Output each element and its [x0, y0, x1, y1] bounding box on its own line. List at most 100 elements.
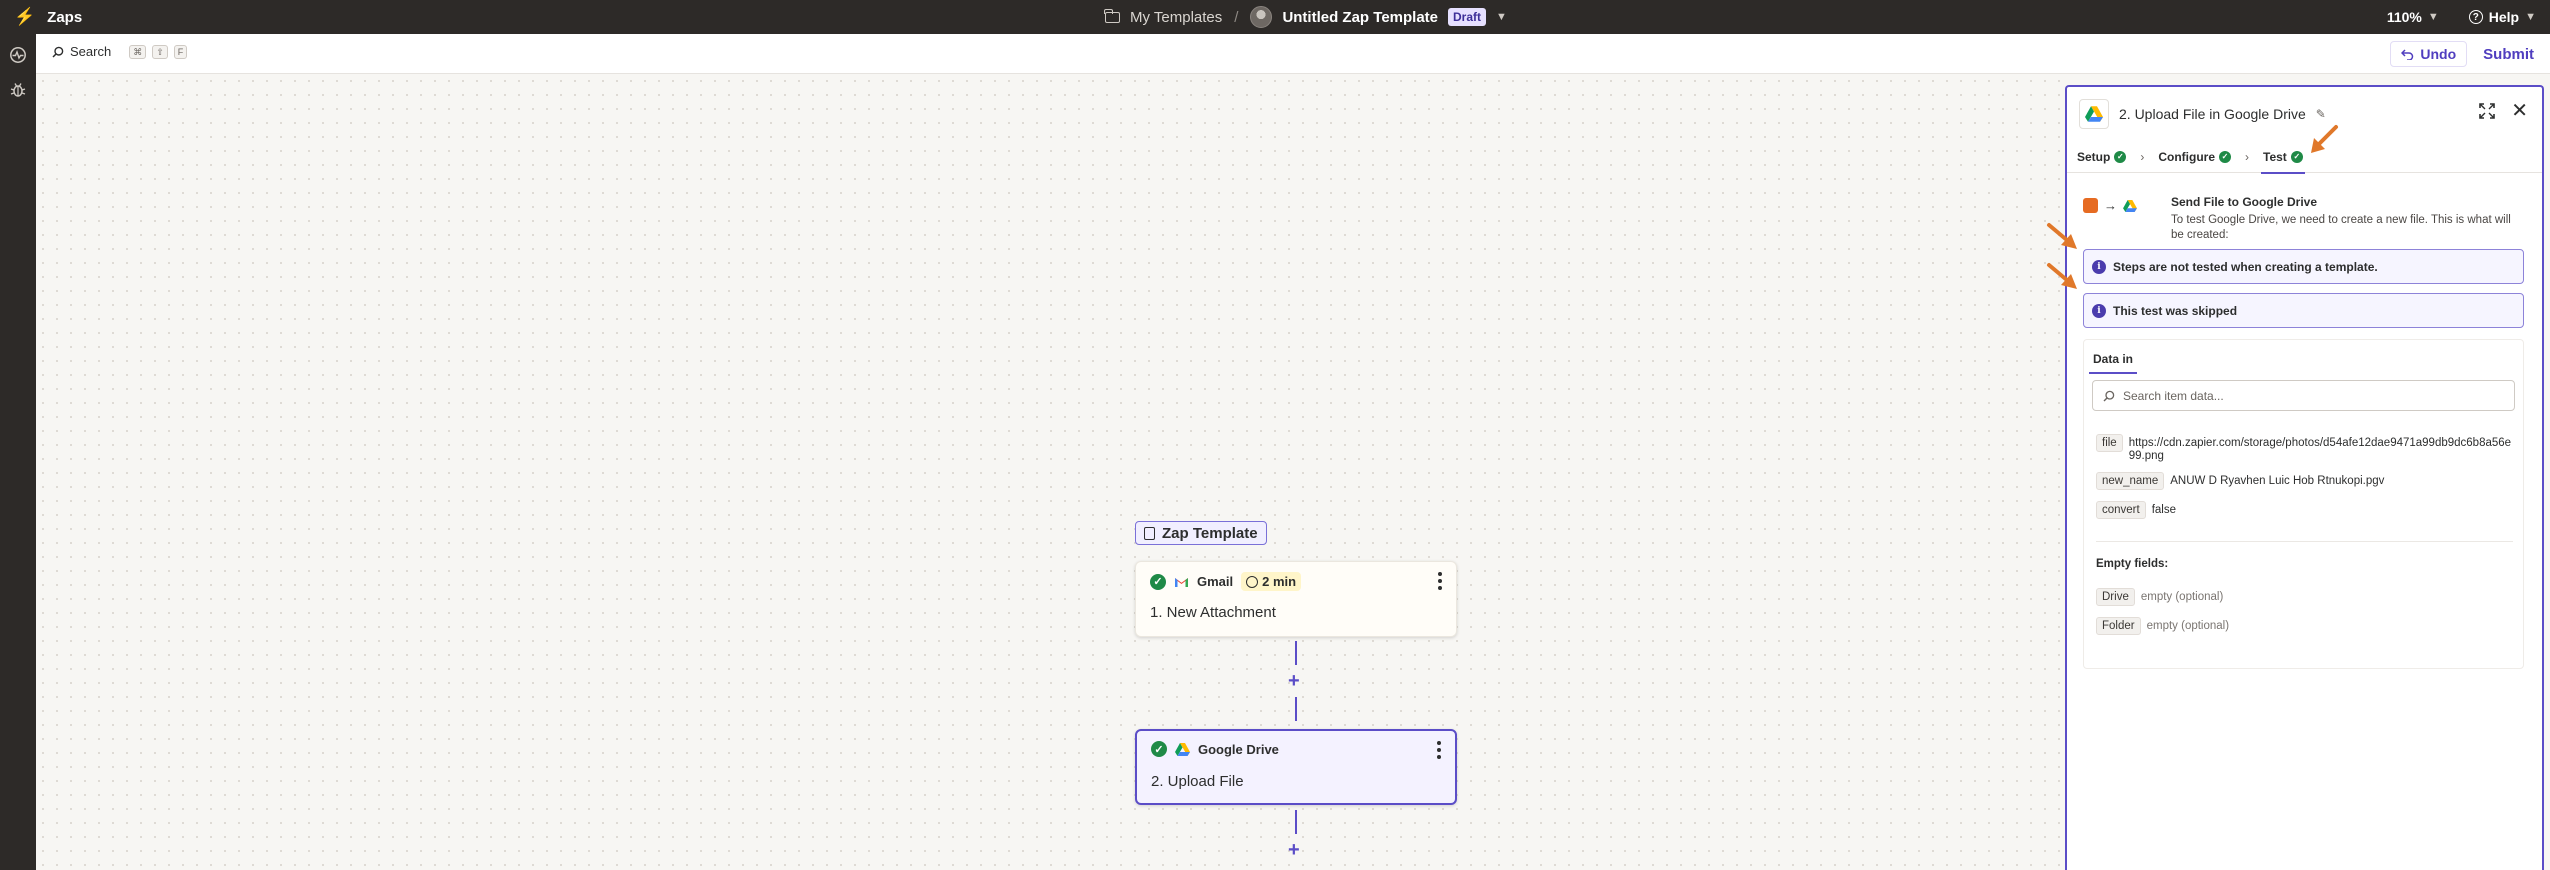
tab-configure[interactable]: Configure ✓ [2158, 141, 2232, 173]
tab-label: Configure [2158, 149, 2216, 164]
status-badge: Draft [1448, 8, 1487, 26]
connector-line [1295, 810, 1297, 834]
empty-fields-heading: Empty fields: [2096, 558, 2169, 570]
polling-interval: 2 min [1262, 574, 1297, 589]
breadcrumb-folder[interactable]: My Templates [1130, 9, 1222, 26]
field-key: Folder [2096, 617, 2141, 635]
chevron-right-icon: › [2245, 149, 2250, 164]
tab-test[interactable]: Test ✓ [2261, 141, 2305, 174]
step-title: 1. New Attachment [1150, 604, 1276, 621]
breadcrumb-separator: / [1234, 8, 1239, 26]
close-icon[interactable]: ✕ [2511, 101, 2528, 121]
info-banner-not-tested: i Steps are not tested when creating a t… [2083, 249, 2524, 284]
pencil-icon[interactable]: ✎ [2316, 107, 2326, 121]
annotation-arrow-icon [2047, 263, 2077, 289]
zapier-bolt-icon: ⚡ [14, 7, 36, 26]
zap-template-text: Zap Template [1162, 524, 1258, 542]
submit-button[interactable]: Submit [2477, 41, 2540, 67]
help-icon: ? [2468, 10, 2483, 24]
help-menu[interactable]: ? Help ▼ [2468, 9, 2536, 25]
avatar[interactable] [1250, 6, 1273, 28]
shortcut-key: ⌘ [129, 44, 147, 59]
chevron-down-icon[interactable]: ▼ [1496, 11, 1507, 23]
add-step-button[interactable]: + [1288, 840, 1300, 860]
google-drive-icon [2123, 199, 2137, 212]
connector-line [1295, 641, 1297, 665]
undo-icon [2401, 49, 2414, 60]
send-description: To test Google Drive, we need to create … [2171, 214, 2511, 241]
zap-breadcrumb: My Templates / Untitled Zap Template Dra… [1104, 0, 1507, 34]
zoom-level: 110% [2386, 9, 2422, 25]
activity-icon[interactable] [9, 46, 27, 64]
search-label: Search [70, 44, 112, 59]
field-key: new_name [2096, 472, 2165, 490]
step-card-trigger[interactable]: ✓ Gmail 2 min 1. New Attachment [1135, 561, 1457, 637]
tab-setup[interactable]: Setup ✓ [2077, 141, 2127, 173]
more-vertical-icon[interactable] [1438, 572, 1442, 593]
search-icon [2103, 390, 2115, 401]
field-value[interactable]: ANUW D Ryavhen Luic Hob Rtnukopi.pgv [2170, 472, 2384, 490]
zap-template-label[interactable]: Zap Template [1135, 521, 1267, 545]
app-logo [2079, 99, 2109, 129]
undo-button[interactable]: Undo [2390, 41, 2468, 67]
bug-icon[interactable] [9, 81, 27, 99]
info-text: This test was skipped [2113, 303, 2238, 318]
field-row: new_name ANUW D Ryavhen Luic Hob Rtnukop… [2096, 472, 2384, 490]
zapier-icon [2083, 198, 2098, 213]
step-header: ✓ Google Drive [1151, 741, 1279, 757]
check-icon: ✓ [2290, 150, 2303, 163]
zap-canvas[interactable] [36, 74, 2065, 870]
panel-header: 2. Upload File in Google Drive ✎ ✕ [2067, 87, 2542, 141]
panel-header-actions: ✕ [2479, 101, 2528, 121]
tab-data-in[interactable]: Data in [2088, 352, 2138, 374]
chevron-right-icon: › [2140, 149, 2145, 164]
brand-label: Zaps [47, 8, 83, 26]
field-key: file [2096, 434, 2123, 452]
field-value: empty (optional) [2140, 591, 2224, 603]
field-row: Drive empty (optional) [2096, 588, 2223, 606]
expand-icon[interactable] [2479, 103, 2496, 119]
step-header: ✓ Gmail 2 min [1150, 572, 1302, 591]
check-icon: ✓ [1151, 741, 1167, 757]
item-data-search [2092, 380, 2515, 411]
shortcut-key: ⇧ [152, 44, 168, 59]
field-row: Folder empty (optional) [2096, 617, 2229, 635]
step-editor-panel: 2. Upload File in Google Drive ✎ ✕ Setup… [2065, 85, 2544, 870]
search-input[interactable] [2123, 388, 2503, 403]
add-step-button[interactable]: + [1288, 671, 1300, 691]
field-row: convert false [2096, 501, 2176, 519]
annotation-arrow-icon [2047, 223, 2077, 249]
step-title: 2. Upload File [1151, 773, 1244, 790]
shortcut-key: F [173, 44, 188, 59]
check-icon: ✓ [1150, 573, 1166, 590]
panel-tabs: Setup ✓ › Configure ✓ › Test ✓ [2067, 141, 2542, 174]
polling-interval-badge: 2 min [1241, 572, 1302, 591]
more-vertical-icon[interactable] [1437, 741, 1441, 762]
gmail-icon [1175, 577, 1188, 587]
chevron-down-icon: ▼ [2525, 11, 2536, 23]
tab-label: Test [2263, 149, 2287, 164]
field-value: empty (optional) [2146, 620, 2230, 632]
search-button[interactable]: Search ⌘ ⇧ F [52, 44, 188, 59]
step-card-action[interactable]: ✓ Google Drive 2. Upload File [1135, 729, 1457, 805]
field-value[interactable]: https://cdn.zapier.com/storage/photos/d5… [2129, 434, 2514, 463]
info-icon: i [2092, 259, 2106, 274]
chevron-down-icon: ▼ [2427, 11, 2439, 23]
connector-line [1295, 697, 1297, 721]
info-text: Steps are not tested when creating a tem… [2113, 259, 2378, 274]
zoom-dropdown[interactable]: 110% ▼ [2387, 9, 2439, 25]
search-icon [52, 46, 64, 58]
step-app-name: Gmail [1197, 574, 1234, 589]
send-flow-icons: → [2083, 198, 2137, 213]
zap-name[interactable]: Untitled Zap Template [1282, 9, 1438, 26]
brand[interactable]: ⚡ Zaps [14, 0, 82, 34]
check-icon: ✓ [2114, 150, 2127, 163]
field-value[interactable]: false [2152, 501, 2176, 519]
google-drive-icon [1175, 742, 1190, 756]
panel-title[interactable]: 2. Upload File in Google Drive [2119, 106, 2306, 122]
left-rail [0, 34, 36, 870]
tab-label: Setup [2077, 149, 2111, 164]
step-app-name: Google Drive [1198, 741, 1279, 757]
check-icon: ✓ [2219, 150, 2232, 163]
info-icon: i [2092, 303, 2106, 318]
